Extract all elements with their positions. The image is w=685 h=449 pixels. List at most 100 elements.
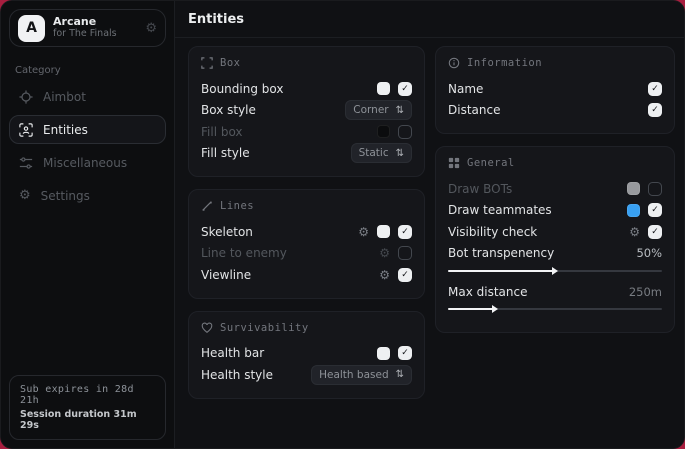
bot-transparency-label: Bot transpenency (448, 246, 554, 260)
sub-expiry-text: Sub expires in 28d 21h (20, 384, 155, 406)
draw-teammates-checkbox[interactable]: ✓ (648, 203, 662, 217)
name-label: Name (448, 82, 483, 96)
viewline-gear-icon[interactable]: ⚙ (379, 269, 390, 281)
distance-checkbox[interactable]: ✓ (648, 103, 662, 117)
visibility-check-row: Visibility check ⚙ ✓ (448, 221, 662, 243)
fill-style-dropdown[interactable]: Static ⇅ (351, 143, 412, 163)
updown-arrows-icon: ⇅ (396, 105, 404, 116)
box-style-dropdown[interactable]: Corner ⇅ (345, 100, 412, 120)
viewline-row: Viewline ⚙ ✓ (201, 264, 412, 286)
name-row: Name ✓ (448, 78, 662, 100)
app-header: A Arcane for The Finals ⚙ (9, 9, 166, 47)
draw-teammates-color-swatch[interactable] (627, 204, 640, 217)
information-card-title: Information (467, 57, 542, 69)
health-bar-row: Health bar ✓ (201, 343, 412, 365)
bounding-box-row: Bounding box ✓ (201, 78, 412, 100)
skeleton-gear-icon[interactable]: ⚙ (358, 226, 369, 238)
fill-box-color-swatch[interactable] (377, 125, 390, 138)
app-logo: A (18, 15, 45, 42)
skeleton-label: Skeleton (201, 225, 253, 239)
fill-box-checkbox[interactable] (398, 125, 412, 139)
sidebar-item-label: Entities (43, 123, 88, 137)
health-bar-checkbox[interactable]: ✓ (398, 346, 412, 360)
skeleton-checkbox[interactable]: ✓ (398, 225, 412, 239)
sidebar-item-miscellaneous[interactable]: Miscellaneous (9, 148, 166, 177)
line-icon (201, 200, 213, 212)
subscription-info-box: Sub expires in 28d 21h Session duration … (9, 375, 166, 440)
fill-style-label: Fill style (201, 146, 250, 160)
bot-transparency-slider[interactable] (448, 266, 662, 275)
skeleton-color-swatch[interactable] (377, 225, 390, 238)
bot-transparency-row: Bot transpenency 50% (448, 243, 662, 265)
main-panel: Entities Box Bounding box (175, 1, 685, 448)
app-window: A Arcane for The Finals ⚙ Category Aimbo… (0, 0, 685, 449)
visibility-check-checkbox[interactable]: ✓ (648, 225, 662, 239)
category-label: Category (1, 55, 174, 82)
right-column: Information Name ✓ Distance ✓ (435, 46, 675, 333)
survivability-card-title: Survivability (220, 322, 309, 334)
line-to-enemy-gear-icon[interactable]: ⚙ (379, 247, 390, 259)
left-column: Box Bounding box ✓ Box style Corner (188, 46, 425, 399)
fill-style-row: Fill style Static ⇅ (201, 143, 412, 165)
page-title: Entities (188, 12, 244, 27)
box-card-title: Box (220, 57, 240, 69)
draw-teammates-label: Draw teammates (448, 203, 552, 217)
general-card: General Draw BOTs Draw teammates ✓ (435, 146, 675, 333)
draw-bots-row: Draw BOTs (448, 178, 662, 200)
survivability-card: Survivability Health bar ✓ Health style … (188, 311, 425, 399)
main-header: Entities (175, 1, 685, 38)
app-name: Arcane (53, 16, 137, 29)
gear-icon: ⚙ (19, 188, 31, 203)
app-subtitle: for The Finals (53, 29, 137, 40)
sliders-icon (19, 156, 33, 170)
bot-transparency-value: 50% (636, 246, 662, 260)
sidebar-item-entities[interactable]: Entities (9, 115, 166, 144)
sidebar-item-settings[interactable]: ⚙ Settings (9, 181, 166, 210)
draw-bots-checkbox[interactable] (648, 182, 662, 196)
bounding-box-color-swatch[interactable] (377, 82, 390, 95)
grid-icon (448, 157, 460, 169)
draw-teammates-row: Draw teammates ✓ (448, 200, 662, 222)
name-checkbox[interactable]: ✓ (648, 82, 662, 96)
sidebar-item-label: Aimbot (43, 90, 86, 104)
bounding-box-checkbox[interactable]: ✓ (398, 82, 412, 96)
max-distance-label: Max distance (448, 285, 527, 299)
updown-arrows-icon: ⇅ (396, 369, 404, 380)
lines-card-title: Lines (220, 200, 254, 212)
information-card: Information Name ✓ Distance ✓ (435, 46, 675, 134)
sidebar-item-label: Miscellaneous (43, 156, 127, 170)
sidebar-item-aimbot[interactable]: Aimbot (9, 82, 166, 111)
updown-arrows-icon: ⇅ (396, 148, 404, 159)
health-bar-label: Health bar (201, 346, 264, 360)
distance-label: Distance (448, 103, 500, 117)
fill-box-label: Fill box (201, 125, 243, 139)
app-settings-gear-icon[interactable]: ⚙ (145, 21, 157, 36)
max-distance-slider[interactable] (448, 305, 662, 314)
max-distance-value: 250m (629, 285, 662, 299)
line-to-enemy-checkbox[interactable] (398, 246, 412, 260)
sidebar-nav: Aimbot Entities (1, 82, 174, 210)
viewline-checkbox[interactable]: ✓ (398, 268, 412, 282)
visibility-check-label: Visibility check (448, 225, 537, 239)
health-bar-color-swatch[interactable] (377, 347, 390, 360)
health-style-label: Health style (201, 368, 273, 382)
sidebar-item-label: Settings (41, 189, 90, 203)
distance-row: Distance ✓ (448, 100, 662, 122)
box-card: Box Bounding box ✓ Box style Corner (188, 46, 425, 177)
box-style-row: Box style Corner ⇅ (201, 100, 412, 122)
entities-scan-icon (19, 123, 33, 137)
fill-box-row: Fill box (201, 121, 412, 143)
health-style-dropdown[interactable]: Health based ⇅ (311, 365, 412, 385)
skeleton-row: Skeleton ⚙ ✓ (201, 221, 412, 243)
box-style-label: Box style (201, 103, 256, 117)
content: Box Bounding box ✓ Box style Corner (175, 38, 685, 407)
visibility-check-gear-icon[interactable]: ⚙ (629, 226, 640, 238)
sidebar: A Arcane for The Finals ⚙ Category Aimbo… (1, 1, 175, 448)
info-icon (448, 57, 460, 69)
health-style-row: Health style Health based ⇅ (201, 364, 412, 386)
slider-thumb-icon (492, 305, 498, 313)
session-duration-text: Session duration 31m 29s (20, 409, 155, 431)
box-corners-icon (201, 57, 213, 69)
bounding-box-label: Bounding box (201, 82, 283, 96)
draw-bots-color-swatch[interactable] (627, 182, 640, 195)
